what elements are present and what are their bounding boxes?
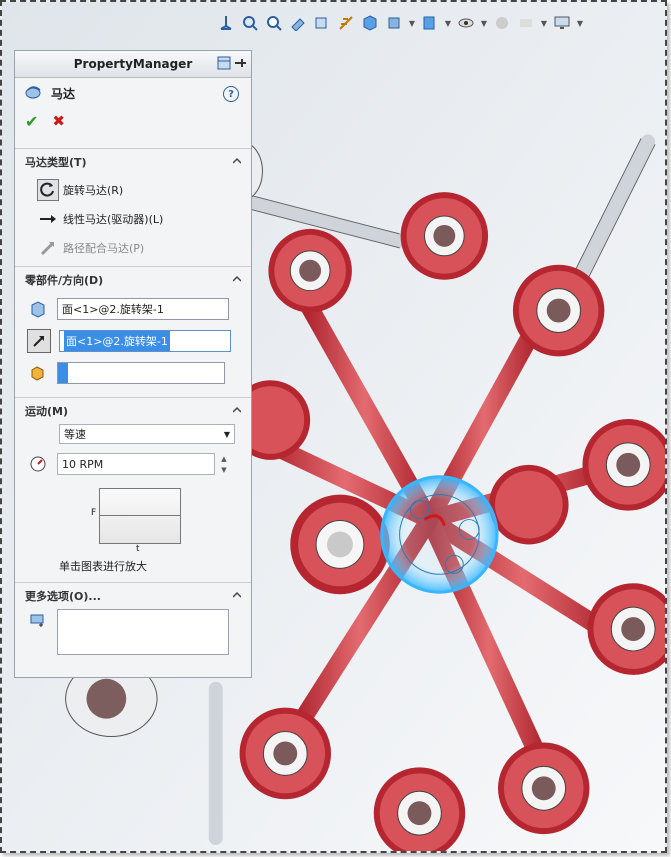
more-options-row [15,609,251,661]
feature-title-row: 马达 ? [15,78,251,108]
rotary-motor-icon [37,178,59,201]
component-direction-group: 零部件/方向(D) 面<1>@2.旋转架-1 面<1>@2.旋转架-1 [15,266,251,389]
component-icon [27,362,49,384]
cancel-button[interactable]: ✖ [52,112,65,130]
more-options-title[interactable]: 更多选项(O)... [15,583,251,609]
appearance-icon[interactable] [492,12,512,34]
speed-spinner[interactable]: ▲ ▼ [217,453,231,475]
monitor-icon[interactable] [552,12,572,34]
chevron-down-icon[interactable]: ▼ [540,12,548,34]
motion-title[interactable]: 运动(M) [15,398,251,424]
path-mate-motor-option[interactable]: 路径配合马达(P) [15,233,251,262]
load-bearing-faces-icon [27,609,49,631]
previous-view-icon[interactable] [288,12,308,34]
ok-cancel-row: ✔ ✖ [15,108,251,134]
chevron-down-icon[interactable]: ▼ [408,12,416,34]
chevron-down-icon: ▼ [223,430,230,439]
heads-up-toolbar: ▼ ▼ ▼ ▼ ▼ [216,10,584,36]
motor-location-value: 面<1>@2.旋转架-1 [62,303,164,316]
motor-direction-row: 面<1>@2.旋转架-1 [15,325,251,357]
graph-y-label: F [91,508,97,518]
rotary-motor-label: 旋转马达(R) [63,183,124,197]
window-frame: ▼ ▼ ▼ ▼ ▼ PropertyManager 马达 ? ✔ ✖ 马达类型(… [0,0,667,853]
face-selection-icon [27,298,49,320]
speed-row: 10 RPM ▲ ▼ [15,448,251,480]
motor-type-title[interactable]: 马达类型(T) [15,149,251,175]
profile-line [100,515,180,516]
scene-icon[interactable] [516,12,536,34]
feature-title: 马达 [51,86,76,101]
motor-location-row: 面<1>@2.旋转架-1 [15,293,251,325]
spin-up-icon[interactable]: ▲ [217,453,231,464]
chevron-down-icon[interactable]: ▼ [576,12,584,34]
motion-group: 运动(M) 等速 ▼ 10 RPM ▲ ▼ F t 单击图表进行放大 [15,397,251,580]
chevron-up-icon[interactable] [233,275,241,283]
motion-graph-area: F t 单击图表进行放大 [15,488,251,580]
chevron-up-icon[interactable] [233,591,241,599]
chevron-down-icon[interactable]: ▼ [444,12,452,34]
view-orientation-icon[interactable] [216,12,236,34]
dynamic-annotation-icon[interactable] [336,12,356,34]
view-orientation-cube-icon[interactable] [360,12,380,34]
motor-location-field[interactable]: 面<1>@2.旋转架-1 [57,298,229,320]
rotary-motor-option[interactable]: 旋转马达(R) [15,175,251,204]
motor-feature-icon [25,84,43,103]
section-view-icon[interactable] [312,12,332,34]
graph-x-label: t [136,544,140,554]
path-mate-motor-icon [37,237,59,259]
motion-profile-graph[interactable] [99,488,181,544]
ok-button[interactable]: ✔ [25,112,38,131]
chevron-down-icon[interactable]: ▼ [480,12,488,34]
panel-header-title: PropertyManager [73,57,193,71]
motor-direction-field[interactable]: 面<1>@2.旋转架-1 [59,330,231,352]
selection-indicator [58,363,68,383]
hide-show-items-icon[interactable] [420,12,440,34]
zoom-to-fit-icon[interactable] [240,12,260,34]
path-mate-motor-label: 路径配合马达(P) [63,241,145,255]
component-direction-title[interactable]: 零部件/方向(D) [15,267,251,293]
motor-type-group: 马达类型(T) 旋转马达(R) 线性马达(驱动器)(L) 路径配合马达(P) [15,148,251,262]
motion-type-value: 等速 [64,428,86,441]
load-bearing-faces-list[interactable] [57,609,229,655]
eye-icon[interactable] [456,12,476,34]
motor-direction-value: 面<1>@2.旋转架-1 [64,331,170,351]
direction-arrow-icon[interactable] [27,329,51,353]
help-icon[interactable]: ? [223,86,239,102]
linear-motor-label: 线性马达(驱动器)(L) [63,212,164,226]
selected-hub-highlight [380,475,499,594]
speed-input[interactable]: 10 RPM [57,453,215,475]
spin-down-icon[interactable]: ▼ [217,464,231,475]
panel-header: PropertyManager [15,51,251,78]
property-manager-panel: PropertyManager 马达 ? ✔ ✖ 马达类型(T) 旋转马达(R) [14,50,252,678]
motion-type-select[interactable]: 等速 ▼ [59,424,235,444]
chevron-up-icon[interactable] [233,157,241,165]
component-to-move-relative-row [15,357,251,389]
chevron-up-icon[interactable] [233,406,241,414]
component-field[interactable] [57,362,225,384]
linear-motor-icon [37,208,59,230]
linear-motor-option[interactable]: 线性马达(驱动器)(L) [15,204,251,233]
graph-caption: 单击图表进行放大 [59,560,147,573]
pin-icon[interactable] [233,56,247,73]
more-options-group: 更多选项(O)... [15,582,251,661]
display-style-icon[interactable] [384,12,404,34]
zoom-area-icon[interactable] [264,12,284,34]
speedometer-icon [27,453,49,475]
speed-value: 10 RPM [62,457,104,471]
panel-tabs-icon[interactable] [217,56,231,73]
